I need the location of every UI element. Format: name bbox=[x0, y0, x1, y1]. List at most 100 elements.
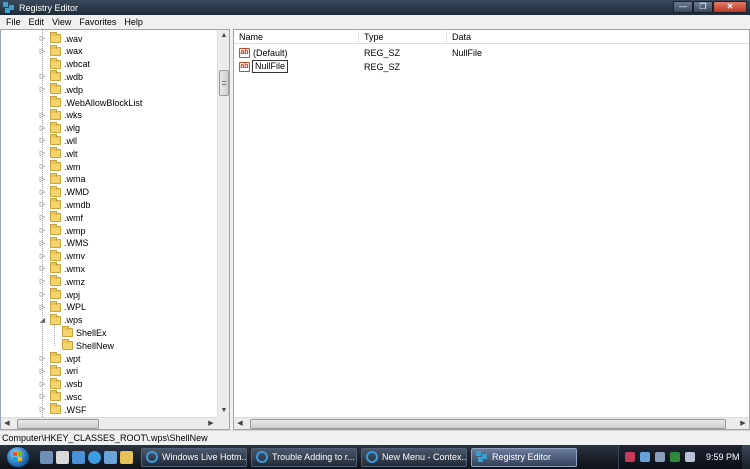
taskbar-button[interactable]: Windows Live Hotm... bbox=[141, 447, 247, 467]
column-divider[interactable] bbox=[446, 31, 447, 43]
expand-arrow-icon[interactable]: ▷ bbox=[38, 252, 47, 261]
explorer-icon[interactable] bbox=[120, 450, 133, 464]
taskbar-button[interactable]: Trouble Adding to r... bbox=[251, 447, 357, 467]
show-desktop-icon[interactable] bbox=[40, 450, 53, 464]
title-bar[interactable]: Registry Editor — ❐ ✕ bbox=[0, 0, 750, 15]
expand-arrow-icon[interactable]: ▷ bbox=[38, 47, 47, 56]
expand-arrow-icon[interactable]: ▷ bbox=[38, 34, 47, 43]
expand-arrow-icon[interactable]: ▷ bbox=[38, 162, 47, 171]
tree-item[interactable]: ▷ .wlg bbox=[38, 121, 80, 135]
start-button[interactable] bbox=[6, 446, 30, 468]
collapse-arrow-icon[interactable]: ◢ bbox=[38, 316, 47, 325]
expand-arrow-icon[interactable]: ▷ bbox=[38, 200, 47, 209]
expand-arrow-icon[interactable]: ▷ bbox=[38, 188, 47, 197]
expand-arrow-icon[interactable]: ▷ bbox=[38, 213, 47, 222]
tree-item[interactable]: ▷ .wmz bbox=[38, 275, 85, 288]
menu-help[interactable]: Help bbox=[120, 17, 147, 27]
expand-arrow-icon[interactable]: ▷ bbox=[38, 290, 47, 299]
expand-arrow-icon[interactable]: ▷ bbox=[38, 380, 47, 389]
rename-value-input[interactable]: NullFile bbox=[252, 60, 289, 73]
expand-arrow-icon[interactable]: ▷ bbox=[38, 354, 47, 363]
tree-item[interactable]: ▷ .wks bbox=[38, 108, 82, 122]
tree-item[interactable]: ▷ .wdb bbox=[38, 70, 83, 83]
switch-windows-icon[interactable] bbox=[104, 450, 117, 464]
tree-item[interactable]: ◢ .wps bbox=[38, 313, 83, 327]
tree-item[interactable]: ▷ .wmdb bbox=[38, 198, 91, 211]
tree-hscroll-thumb[interactable] bbox=[17, 418, 99, 429]
column-name-header[interactable]: Name bbox=[239, 32, 263, 42]
scroll-down-arrow-icon[interactable]: ▼ bbox=[218, 405, 230, 417]
menu-edit[interactable]: Edit bbox=[25, 17, 49, 27]
tree-item[interactable]: ▷ .wav bbox=[38, 32, 83, 45]
value-row[interactable]: ab NullFile REG_SZ bbox=[234, 60, 749, 74]
taskbar-button[interactable]: New Menu - Contex... bbox=[361, 447, 467, 467]
tree-item[interactable]: ▷ .WMD bbox=[38, 185, 89, 199]
minimize-button[interactable]: — bbox=[673, 1, 693, 13]
scroll-right-arrow-icon[interactable]: ▶ bbox=[205, 418, 217, 430]
tree-item[interactable]: ▷ .wdp bbox=[38, 83, 83, 96]
monitor-icon[interactable] bbox=[655, 452, 665, 462]
notepad-icon[interactable] bbox=[56, 450, 69, 464]
values-horizontal-scrollbar[interactable]: ◀ ▶ bbox=[234, 417, 749, 429]
tree-horizontal-scrollbar[interactable]: ◀ ▶ bbox=[1, 417, 217, 429]
maximize-button[interactable]: ❐ bbox=[693, 1, 713, 13]
ie-icon[interactable] bbox=[88, 450, 101, 464]
network-icon[interactable] bbox=[640, 452, 650, 462]
tree-item[interactable]: ▷ .wll bbox=[38, 134, 77, 147]
tree-item[interactable]: ▷ .wmp bbox=[38, 224, 86, 237]
expand-arrow-icon[interactable]: ▷ bbox=[38, 277, 47, 286]
tree-item[interactable]: ▷ .wsc bbox=[38, 390, 82, 403]
menu-favorites[interactable]: Favorites bbox=[75, 17, 120, 27]
expand-arrow-icon[interactable]: ▷ bbox=[38, 124, 47, 133]
tree-item[interactable]: ▷ .WPL bbox=[38, 300, 86, 314]
column-type-header[interactable]: Type bbox=[364, 32, 384, 42]
expand-arrow-icon[interactable]: ▷ bbox=[38, 111, 47, 120]
show-desktop-button[interactable] bbox=[742, 445, 750, 469]
tree-item[interactable]: ▷ .wri bbox=[38, 364, 78, 378]
values-hscroll-thumb[interactable] bbox=[250, 418, 726, 429]
tree-item[interactable]: ▷ .WMS bbox=[38, 236, 89, 250]
menu-file[interactable]: File bbox=[2, 17, 25, 27]
tree-item[interactable]: .wbcat bbox=[38, 57, 90, 71]
antivirus-icon[interactable] bbox=[670, 452, 680, 462]
menu-view[interactable]: View bbox=[48, 17, 75, 27]
tree-item[interactable]: ▷ .wpj bbox=[38, 288, 80, 301]
expand-arrow-icon[interactable]: ▷ bbox=[38, 175, 47, 184]
tree-item[interactable]: ▷ .wmx bbox=[38, 262, 85, 275]
expand-arrow-icon[interactable]: ▷ bbox=[38, 264, 47, 273]
tree-item[interactable]: ▷ .WSF bbox=[38, 403, 87, 416]
tree-item[interactable]: ▷ .wlt bbox=[38, 147, 78, 160]
expand-arrow-icon[interactable]: ▷ bbox=[38, 303, 47, 312]
scroll-right-arrow-icon[interactable]: ▶ bbox=[737, 418, 749, 430]
tree-subitem[interactable]: ShellEx bbox=[50, 326, 107, 339]
expand-arrow-icon[interactable]: ▷ bbox=[38, 149, 47, 158]
media-icon[interactable] bbox=[72, 450, 85, 464]
taskbar-button-active[interactable]: Registry Editor bbox=[471, 447, 577, 467]
security-shield-icon[interactable] bbox=[625, 452, 635, 462]
value-row[interactable]: ab (Default) REG_SZ NullFile bbox=[234, 46, 749, 60]
expand-arrow-icon[interactable]: ▷ bbox=[38, 85, 47, 94]
speaker-icon[interactable] bbox=[685, 452, 695, 462]
expand-arrow-icon[interactable]: ▷ bbox=[38, 405, 47, 414]
tree-scroll-thumb[interactable] bbox=[219, 70, 229, 96]
expand-arrow-icon[interactable]: ▷ bbox=[38, 239, 47, 248]
scroll-left-arrow-icon[interactable]: ◀ bbox=[1, 418, 13, 430]
expand-arrow-icon[interactable]: ▷ bbox=[38, 136, 47, 145]
tree-item[interactable]: ▷ .wma bbox=[38, 172, 86, 186]
tree-item[interactable]: ▷ .wsb bbox=[38, 377, 83, 391]
expand-arrow-icon[interactable]: ▷ bbox=[38, 367, 47, 376]
close-button[interactable]: ✕ bbox=[713, 1, 747, 13]
tree-item[interactable]: .WebAllowBlockList bbox=[38, 96, 142, 109]
tree-item[interactable]: ▷ .wax bbox=[38, 44, 83, 58]
tree-item[interactable]: ▷ .wpt bbox=[38, 352, 81, 365]
scroll-up-arrow-icon[interactable]: ▲ bbox=[218, 30, 230, 42]
expand-arrow-icon[interactable]: ▷ bbox=[38, 226, 47, 235]
tree-vertical-scrollbar[interactable]: ▲ ▼ bbox=[217, 30, 229, 417]
tree-item[interactable]: ▷ .wmf bbox=[38, 211, 83, 224]
scroll-left-arrow-icon[interactable]: ◀ bbox=[234, 418, 246, 430]
tree-item[interactable]: ▷ .wm bbox=[38, 160, 81, 173]
tree-subitem[interactable]: ShellNew bbox=[50, 339, 114, 352]
clock[interactable]: 9:59 PM bbox=[706, 452, 740, 462]
expand-arrow-icon[interactable]: ▷ bbox=[38, 72, 47, 81]
column-divider[interactable] bbox=[358, 31, 359, 43]
